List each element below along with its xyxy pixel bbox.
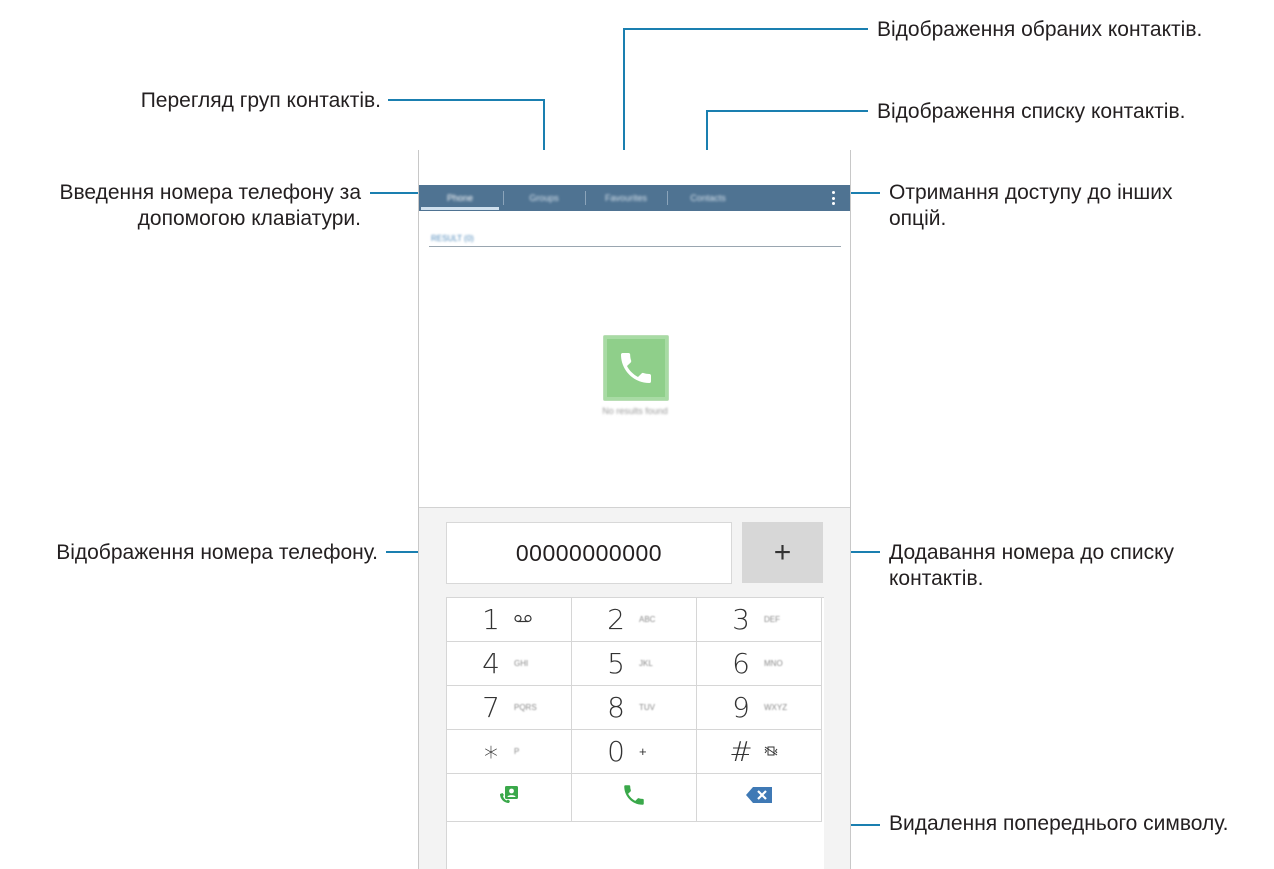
callout-contacts: Відображення списку контактів. bbox=[877, 100, 1186, 123]
key-9[interactable]: 9 WXYZ bbox=[697, 686, 822, 730]
voicemail-icon bbox=[514, 614, 544, 625]
callout-groups: Перегляд груп контактів. bbox=[140, 89, 381, 112]
callout-add-contact: Додавання номера до списку контактів. bbox=[889, 541, 1174, 590]
key-letters: + bbox=[639, 744, 647, 759]
empty-state-text: No results found bbox=[602, 406, 668, 416]
key-1[interactable]: 1 bbox=[447, 598, 572, 642]
key-digit: 9 bbox=[732, 691, 750, 724]
key-digit: 4 bbox=[482, 647, 500, 680]
results-label: RESULT (0) bbox=[431, 234, 474, 243]
key-letters: PQRS bbox=[514, 703, 537, 712]
callout-delete: Видалення попереднього символу. bbox=[889, 812, 1229, 835]
key-digit: 3 bbox=[732, 603, 750, 636]
key-digit: # bbox=[729, 735, 753, 768]
key-4[interactable]: 4 GHI bbox=[447, 642, 572, 686]
video-contact-icon bbox=[498, 784, 520, 811]
key-digit: 6 bbox=[732, 647, 750, 680]
callout-favourites: Відображення обраних контактів. bbox=[877, 18, 1203, 41]
key-letters: P bbox=[514, 747, 520, 756]
key-hash[interactable]: # bbox=[697, 730, 822, 774]
key-letters: WXYZ bbox=[764, 703, 788, 712]
key-digit: 1 bbox=[482, 603, 500, 636]
call-button[interactable] bbox=[572, 774, 697, 822]
key-6[interactable]: 6 MNO bbox=[697, 642, 822, 686]
key-digit: 8 bbox=[607, 691, 625, 724]
key-0[interactable]: 0 + bbox=[572, 730, 697, 774]
key-7[interactable]: 7 PQRS bbox=[447, 686, 572, 730]
phone-screen: Phone Groups Favourites Contacts RESULT … bbox=[418, 150, 851, 869]
tab-contacts[interactable]: Contacts bbox=[667, 185, 749, 211]
callout-number-display: Відображення номера телефону. bbox=[56, 541, 378, 564]
status-bar bbox=[419, 150, 850, 185]
key-letters: GHI bbox=[514, 659, 529, 668]
more-options-icon[interactable] bbox=[830, 191, 836, 205]
key-5[interactable]: 5 JKL bbox=[572, 642, 697, 686]
callout-more-options: Отримання доступу до інших опцій. bbox=[889, 181, 1173, 230]
key-letters: TUV bbox=[639, 703, 655, 712]
leader-groups-h bbox=[388, 99, 544, 101]
key-letters: DEF bbox=[764, 615, 780, 624]
backspace-icon bbox=[746, 787, 772, 808]
add-to-contacts-button[interactable]: + bbox=[742, 522, 823, 583]
contacts-shortcut-button[interactable] bbox=[447, 774, 572, 822]
divider bbox=[429, 246, 841, 247]
key-digit: 0 bbox=[607, 735, 625, 768]
tab-bar: Phone Groups Favourites Contacts bbox=[419, 185, 850, 211]
tab-groups[interactable]: Groups bbox=[503, 185, 585, 211]
key-letters: JKL bbox=[639, 659, 653, 668]
callout-keypad: Введення номера телефону за допомогою кл… bbox=[59, 181, 361, 230]
key-2[interactable]: 2 ABC bbox=[572, 598, 697, 642]
key-letters: MNO bbox=[764, 659, 783, 668]
phone-number-field[interactable]: 00000000000 bbox=[446, 522, 732, 584]
key-letters: ABC bbox=[639, 615, 656, 624]
keypad: 1 2 ABC 3 DEF 4 GHI 5 JKL 6 MNO 7 PQRS 8… bbox=[446, 597, 824, 869]
leader-favourites-h bbox=[624, 28, 868, 30]
tab-active-indicator bbox=[421, 207, 499, 210]
key-star[interactable]: ∗ P bbox=[447, 730, 572, 774]
key-8[interactable]: 8 TUV bbox=[572, 686, 697, 730]
key-digit: ∗ bbox=[482, 735, 500, 768]
leader-contacts-h bbox=[707, 110, 868, 112]
key-digit: 2 bbox=[607, 603, 625, 636]
key-digit: 5 bbox=[607, 647, 625, 680]
call-icon bbox=[621, 782, 647, 813]
phone-icon bbox=[603, 335, 669, 401]
vibrate-off-icon bbox=[764, 746, 794, 758]
backspace-button[interactable] bbox=[697, 774, 822, 822]
tab-favourites[interactable]: Favourites bbox=[585, 185, 667, 211]
key-3[interactable]: 3 DEF bbox=[697, 598, 822, 642]
key-digit: 7 bbox=[482, 691, 500, 724]
